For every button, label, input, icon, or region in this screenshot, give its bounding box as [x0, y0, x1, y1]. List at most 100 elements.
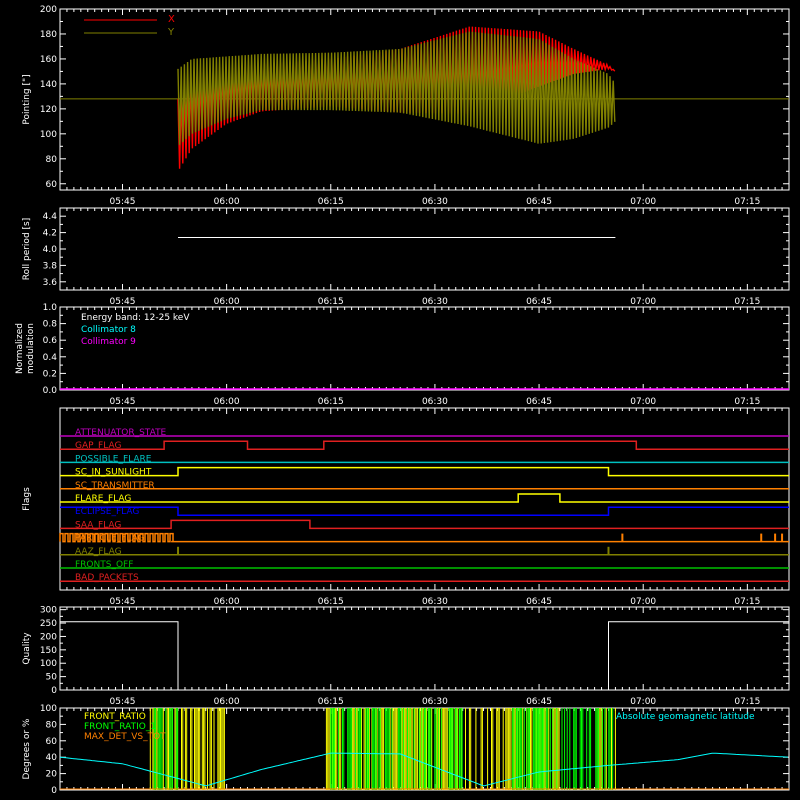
flag-eclipse-flag: ECLIPSE_FLAG: [60, 506, 789, 517]
x-tick-label: 06:15: [318, 197, 344, 207]
y-axis-label: Normalized: [15, 323, 25, 374]
y-tick-label: 140: [40, 80, 57, 90]
x-tick-label: 06:30: [422, 297, 448, 307]
legend: XY: [84, 14, 175, 38]
x-tick-label: 07:15: [734, 197, 760, 207]
x-tick-label: 06:30: [422, 697, 448, 707]
legend-label: FRONT_RATIO: [84, 712, 146, 722]
y-tick-label: 100: [40, 704, 57, 714]
y-axis-label: modulation: [26, 323, 36, 374]
flag-gap-flag: GAP_FLAG: [60, 440, 789, 451]
flag-label: GAP_FLAG: [75, 441, 121, 451]
y-tick-label: 0: [51, 786, 57, 796]
y-tick-label: 0.4: [43, 353, 58, 363]
x-tick-label: 06:45: [526, 697, 552, 707]
y-axis-label: Roll period [s]: [22, 218, 32, 280]
y-tick-label: 100: [40, 659, 57, 669]
flag-attenuator-state: ATTENUATOR_STATE: [60, 428, 789, 438]
flag-label: FLARE_FLAG: [75, 494, 131, 504]
x-tick-label: 07:00: [630, 197, 656, 207]
x-tick-label: 06:15: [318, 597, 344, 607]
flag-particle-flag: PARTICLE_FLAG: [59, 532, 789, 544]
x-tick-label: 07:15: [734, 297, 760, 307]
y-tick-label: 60: [46, 737, 58, 747]
flag-label: BAD_PACKETS: [75, 573, 139, 583]
flag-label: FRONTS_OFF: [75, 560, 133, 570]
y-tick-label: 3.8: [43, 261, 58, 271]
x-tick-label: 07:15: [734, 597, 760, 607]
x-tick-label: 06:00: [214, 697, 240, 707]
x-tick-label: 06:15: [318, 297, 344, 307]
x-tick-label: 06:30: [422, 597, 448, 607]
y-tick-label: 60: [46, 180, 58, 190]
flag-label: POSSIBLE_FLARE: [75, 454, 152, 464]
legend-label: Y: [167, 27, 175, 38]
y-tick-label: 200: [40, 5, 57, 15]
flag-label: SC_TRANSMITTER: [75, 481, 155, 491]
x-tick-label: 05:45: [110, 697, 136, 707]
y-axis-label: Pointing ["]: [22, 74, 32, 124]
series-y-line: [177, 31, 616, 145]
x-tick-label: 06:00: [214, 597, 240, 607]
x-tick-label: 05:45: [110, 597, 136, 607]
y-tick-label: 0.0: [43, 386, 58, 396]
x-tick-label: 07:15: [734, 397, 760, 407]
flag-line: [60, 493, 789, 503]
y-tick-label: 180: [40, 30, 57, 40]
panel-6: 0 20 40 60 80 100 Degrees or % FRONT_RATIOFRONT…: [22, 704, 790, 796]
y-tick-label: 300: [40, 606, 57, 616]
y-tick-label: 0: [51, 686, 57, 696]
y-axis-label: Quality: [22, 632, 32, 665]
x-tick-label: 06:30: [422, 197, 448, 207]
flag-line: [60, 519, 789, 530]
x-tick-label: 06:45: [526, 297, 552, 307]
flag-label: ECLIPSE_FLAG: [75, 507, 139, 517]
y-tick-label: 4.0: [43, 245, 58, 255]
y-tick-label: 0.2: [43, 369, 57, 379]
x-tick-label: 06:00: [214, 297, 240, 307]
flag-bad-packets: BAD_PACKETS: [60, 573, 789, 583]
panel-2: 05:45 06:00 06:15 06:30 06:45 07:00 07:15 3.6 3.…: [22, 207, 790, 307]
plot-frame: [59, 207, 790, 291]
flag-line: [60, 466, 789, 477]
y-axis-label: Flags: [22, 487, 32, 511]
y-tick-label: 1.0: [43, 303, 58, 313]
quicklook-plots: 05:45 06:00 06:15 06:30 06:45 07:00 07:15 60 80 1…: [15, 5, 790, 796]
flag-label: PARTICLE_FLAG: [75, 534, 145, 544]
y-tick-label: 4.2: [43, 229, 57, 239]
y-tick-label: 250: [40, 619, 57, 629]
flag-sc-in-sunlight: SC_IN_SUNLIGHT: [60, 466, 789, 478]
flag-saa-flag: SAA_FLAG: [60, 519, 789, 530]
x-tick-label: 06:15: [318, 397, 344, 407]
x-tick-label: 05:45: [110, 297, 136, 307]
flag-line: [60, 440, 789, 450]
flag-label: SAA_FLAG: [75, 520, 121, 530]
y-tick-label: 4.4: [43, 212, 58, 222]
y-tick-label: 0.8: [43, 320, 58, 330]
flag-flare-flag: FLARE_FLAG: [60, 493, 789, 504]
legend-label: X: [168, 14, 175, 25]
y-axis-label: Degrees or %: [22, 718, 32, 779]
x-tick-label: 06:00: [214, 397, 240, 407]
plot-frame: [59, 606, 790, 691]
flag-label: SC_IN_SUNLIGHT: [75, 468, 152, 478]
panel-3: 05:45 06:00 06:15 06:30 06:45 07:00 07:15 0.0 0.…: [15, 303, 790, 407]
y-tick-label: 20: [46, 770, 58, 780]
flag-sc-transmitter: SC_TRANSMITTER: [60, 481, 789, 491]
quality-line: [60, 621, 789, 691]
x-tick-label: 07:00: [630, 597, 656, 607]
flag-label: ATTENUATOR_STATE: [75, 428, 167, 438]
y-tick-label: 150: [40, 646, 57, 656]
collimator9-label: Collimator 9: [81, 337, 136, 347]
x-tick-label: 05:45: [110, 397, 136, 407]
y-tick-label: 160: [40, 55, 57, 65]
x-tick-label: 06:45: [526, 397, 552, 407]
x-tick-label: 07:00: [630, 397, 656, 407]
y-tick-label: 80: [46, 720, 58, 730]
legend-label: MAX_DET_VS_TOT: [84, 732, 166, 742]
legend-label: FRONT_RATIO_1: [84, 722, 156, 732]
x-tick-label: 05:45: [110, 197, 136, 207]
flag-aaz-flag: AAZ_FLAG: [60, 546, 789, 557]
flag-line: [60, 506, 789, 516]
flag-label: AAZ_FLAG: [75, 547, 122, 557]
